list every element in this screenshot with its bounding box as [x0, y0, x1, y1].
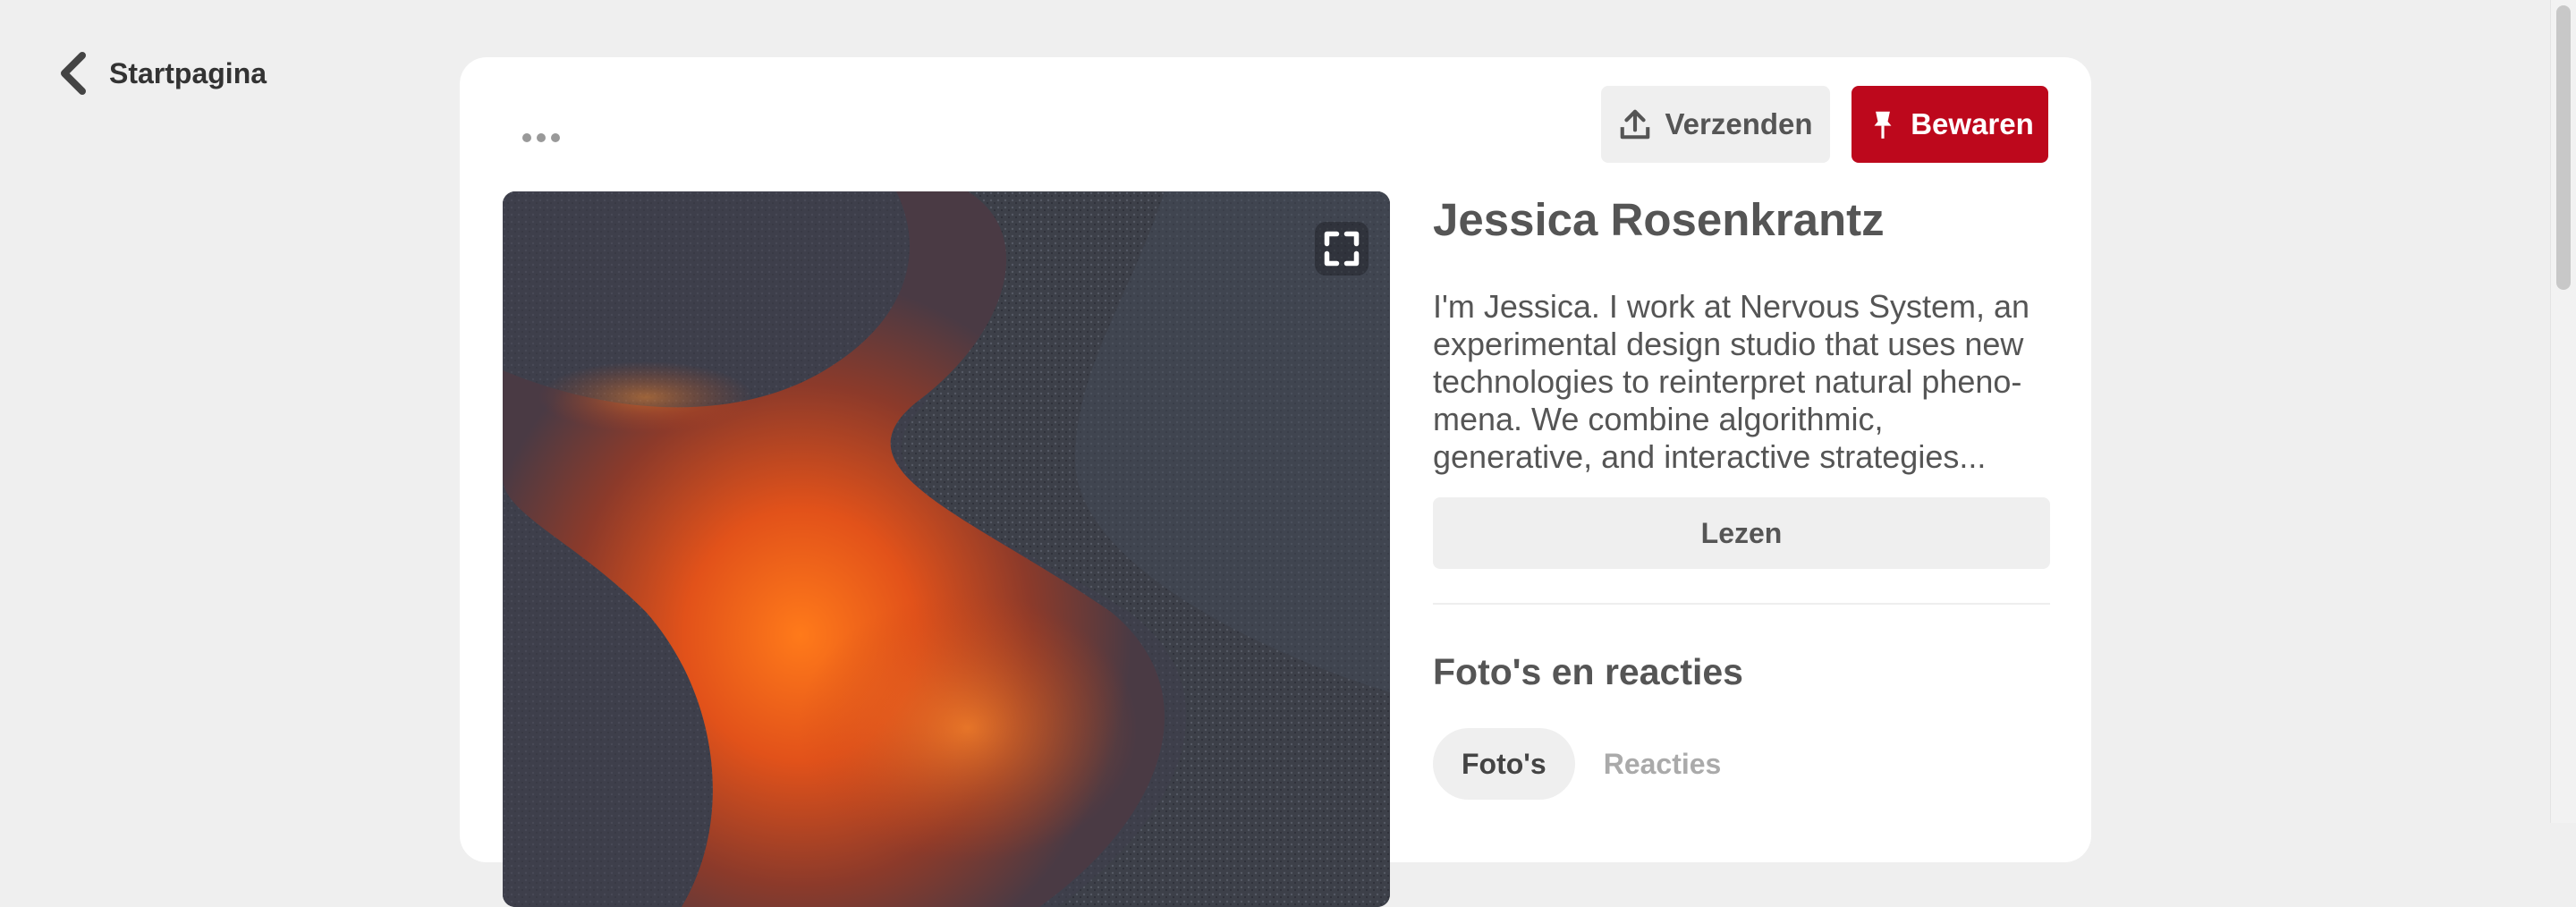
scrollbar-thumb[interactable]: [2556, 5, 2571, 290]
pin-image[interactable]: [503, 191, 1390, 907]
back-label: Startpagina: [109, 56, 267, 89]
read-button[interactable]: Lezen: [1433, 497, 2050, 569]
section-title: Foto's en reacties: [1433, 651, 1743, 692]
tab-photos[interactable]: Foto's: [1433, 728, 1575, 800]
chevron-left-icon: [61, 52, 86, 95]
save-button[interactable]: Bewaren: [1852, 86, 2048, 163]
send-label: Verzenden: [1665, 107, 1813, 140]
pin-description: I'm Jessica. I work at Nervous System, a…: [1433, 288, 2030, 475]
tab-comments-label: Reacties: [1603, 747, 1722, 780]
tab-bar: Foto's Reacties: [1433, 728, 2050, 800]
expand-image-button[interactable]: [1315, 222, 1368, 275]
author-name[interactable]: Jessica Rosenkrantz: [1433, 191, 2050, 249]
more-dot: [537, 133, 546, 142]
pin-icon: [1874, 111, 1892, 139]
share-upload-icon: [1621, 109, 1650, 140]
send-button[interactable]: Verzenden: [1601, 86, 1830, 163]
read-label: Lezen: [1700, 516, 1783, 549]
page-scrollbar[interactable]: [2550, 0, 2576, 823]
save-label: Bewaren: [1911, 107, 2034, 140]
tab-comments[interactable]: Reacties: [1604, 728, 1722, 800]
divider: [1433, 603, 2050, 605]
lava-photo: [503, 191, 1390, 907]
more-dot: [551, 133, 560, 142]
back-to-home-link[interactable]: Startpagina: [57, 52, 267, 95]
pin-details: Jessica Rosenkrantz I'm Jessica. I work …: [1433, 191, 2050, 800]
more-dots-icon: [522, 133, 531, 142]
tab-photos-label: Foto's: [1462, 747, 1546, 780]
pin-card: Verzenden Bewaren Jessica Rosenkrantz I'…: [460, 57, 2091, 907]
expand-icon: [1324, 231, 1360, 267]
more-options-button[interactable]: [517, 120, 565, 156]
